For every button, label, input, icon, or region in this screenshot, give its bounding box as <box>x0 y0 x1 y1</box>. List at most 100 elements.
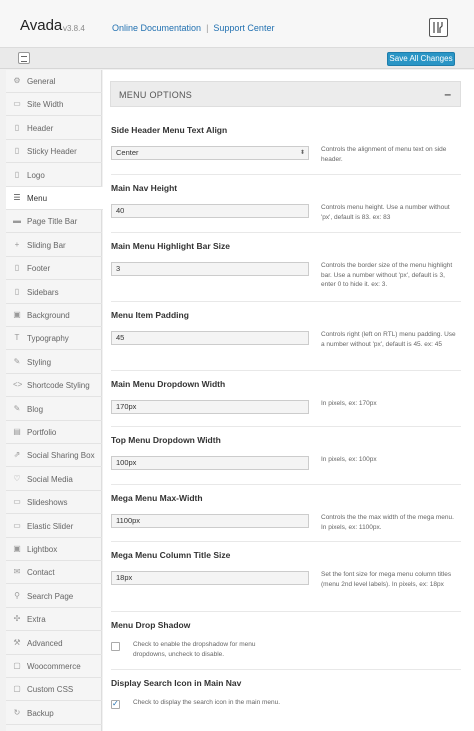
sidebar-item-lightbox[interactable]: ▣ Lightbox <box>6 538 102 561</box>
sidebar-item-label: Advanced <box>27 638 63 648</box>
sidebar-item-search-page[interactable]: ⚲ Search Page <box>6 585 102 608</box>
sidebar-item-sidebars[interactable]: ▯ Sidebars <box>6 281 102 304</box>
sidebar-item-sticky-header[interactable]: ▯ Sticky Header <box>6 140 102 164</box>
option-title-menu-drop-shadow: Menu Drop Shadow <box>111 620 191 630</box>
side-header-menu-text-align-select[interactable]: Center ⬍ <box>111 146 309 160</box>
image-icon: ▯ <box>14 169 20 179</box>
section-header[interactable]: MENU OPTIONS – <box>110 81 461 107</box>
sidebar-item-label: Custom CSS <box>27 685 74 695</box>
online-documentation-link[interactable]: Online Documentation <box>112 23 201 33</box>
field-value: 170px <box>116 402 137 411</box>
main-menu-highlight-bar-size-input[interactable]: 3 <box>111 262 309 276</box>
sidebar-item-label: Background <box>27 311 70 320</box>
resize-icon: ▭ <box>13 99 21 109</box>
sidebar-item-label: Sticky Header <box>27 147 77 157</box>
sidebar-item-portfolio[interactable]: ▤ Portfolio <box>6 421 102 444</box>
top-header: Avada v3.8.4 Online Documentation | Suppor… <box>0 0 474 48</box>
section-title: MENU OPTIONS <box>119 90 193 100</box>
option-title-display-search-icon-in-main-nav: Display Search Icon in Main Nav <box>111 678 242 688</box>
sidebar-item-label: Shortcode Styling <box>27 381 90 391</box>
sidebar-item-contact[interactable]: ✉ Contact <box>6 561 102 585</box>
sidebar-item-site-width[interactable]: ▭ Site Width <box>6 93 102 117</box>
header-links: Online Documentation | Support Center <box>112 23 274 33</box>
sidebar-item-custom-css[interactable]: ▢ Custom CSS <box>6 678 102 702</box>
option-divider <box>111 484 461 485</box>
sidebar-item-blog[interactable]: ✎ Blog <box>6 398 102 421</box>
sidebar-item-typography[interactable]: T Typography <box>6 327 102 351</box>
sidebar-item-menu[interactable]: ☰ Menu <box>6 187 103 210</box>
share-icon: ⇗ <box>13 450 21 460</box>
option-divider <box>111 370 461 371</box>
footer-icon: ▯ <box>14 263 20 273</box>
sidebar-item-elastic-slider[interactable]: ▭ Elastic Slider <box>6 515 102 538</box>
slides-icon: ▭ <box>13 497 21 507</box>
save-all-changes-button[interactable]: Save All Changes <box>387 52 455 66</box>
sidebar-item-social-sharing-box[interactable]: ⇗ Social Sharing Box <box>6 444 102 468</box>
mega-menu-column-title-size-input[interactable]: 18px <box>111 571 309 585</box>
main-menu-dropdown-width-input[interactable]: 170px <box>111 400 309 414</box>
main-nav-height-input[interactable]: 40 <box>111 204 309 218</box>
expand-toggle-icon[interactable] <box>18 52 30 64</box>
plus-icon: + <box>14 239 20 249</box>
sidebar-item-backup[interactable]: ↻ Backup <box>6 702 102 725</box>
text-icon: T <box>14 333 20 343</box>
option-description: In pixels, ex: 170px <box>321 400 377 407</box>
sidebar-item-extra[interactable]: ✣ Extra <box>6 608 102 632</box>
sidebar-item-slideshows[interactable]: ▭ Slideshows <box>6 491 102 515</box>
sidebar-item-label: Portfolio <box>27 428 57 437</box>
sidebar-item-label: Blog <box>27 404 44 414</box>
option-divider <box>111 174 461 175</box>
support-center-link[interactable]: Support Center <box>213 23 274 33</box>
sidebar-item-background[interactable]: ▣ Background <box>6 304 102 327</box>
option-description: Controls the alignment of menu text on s… <box>321 146 447 163</box>
search-icon: ⚲ <box>14 590 20 600</box>
field-value: 1100px <box>116 516 141 525</box>
sidebar-item-woocommerce[interactable]: ▢ Woocommerce <box>6 655 102 678</box>
options-sidebar: ⚙ General ▭ Site Width ▯ Header ▯ Sticky Header… <box>6 70 103 731</box>
sidebar-item-styling[interactable]: ✎ Styling <box>6 351 102 374</box>
option-divider <box>111 669 461 670</box>
brand-title: Avada <box>20 17 63 34</box>
option-description: Set the font size for mega menu column t… <box>321 571 452 588</box>
option-divider <box>111 232 461 233</box>
sidebar-item-footer[interactable]: ▯ Footer <box>6 257 102 281</box>
menu-item-padding-input[interactable]: 45 <box>111 331 309 345</box>
select-arrows-icon: ⬍ <box>299 150 305 156</box>
option-divider <box>111 541 461 542</box>
sidebar-item-label: Contact <box>27 568 55 578</box>
theme-logo-icon <box>429 18 448 37</box>
top-menu-dropdown-width-input[interactable]: 100px <box>111 456 309 470</box>
field-value: Center <box>116 148 139 157</box>
sidebar-item-label: Footer <box>27 264 51 274</box>
title-bar-icon: ▬ <box>13 216 21 226</box>
cart-icon: ▢ <box>13 661 21 670</box>
sidebar-item-label: Sliding Bar <box>27 240 66 250</box>
mega-menu-max-width-input[interactable]: 1100px <box>111 514 309 528</box>
collapse-icon[interactable]: – <box>444 87 451 101</box>
puzzle-icon: ✣ <box>13 614 21 624</box>
sidebar-item-sliding-bar[interactable]: + Sliding Bar <box>6 234 102 257</box>
brush-icon: ✎ <box>13 356 21 366</box>
wrench-icon: ⚒ <box>13 637 21 647</box>
sidebar-item-header[interactable]: ▯ Header <box>6 117 102 140</box>
display-search-icon-in-main-nav-checkbox[interactable] <box>111 699 120 709</box>
field-value: 100px <box>116 458 137 467</box>
option-divider <box>111 301 461 302</box>
css-icon: ▢ <box>13 684 21 694</box>
sidebar-item-social-media[interactable]: ♡ Social Media <box>6 468 102 491</box>
option-title-main-menu-dropdown-width: Main Menu Dropdown Width <box>111 379 226 389</box>
slider-icon: ▭ <box>13 520 21 530</box>
sidebar-item-label: Slideshows <box>27 498 68 508</box>
sidebar-item-page-title-bar[interactable]: ▬ Page Title Bar <box>6 210 102 234</box>
sidebar-item-logo[interactable]: ▯ Logo <box>6 164 102 187</box>
heart-icon: ♡ <box>13 473 21 483</box>
sidebar-item-label: Backup <box>27 708 54 718</box>
gear-icon: ⚙ <box>13 76 21 85</box>
sidebar-item-general[interactable]: ⚙ General <box>6 70 102 93</box>
sidebar-item-advanced[interactable]: ⚒ Advanced <box>6 632 102 655</box>
mail-icon: ✉ <box>13 567 21 577</box>
options-panel: MENU OPTIONS – Side Header Menu Text Ali… <box>103 70 474 731</box>
sidebar-item-shortcode-styling[interactable]: <> Shortcode Styling <box>6 374 102 398</box>
menu-drop-shadow-checkbox[interactable] <box>111 642 120 651</box>
sidebar-item-label: General <box>27 77 56 86</box>
